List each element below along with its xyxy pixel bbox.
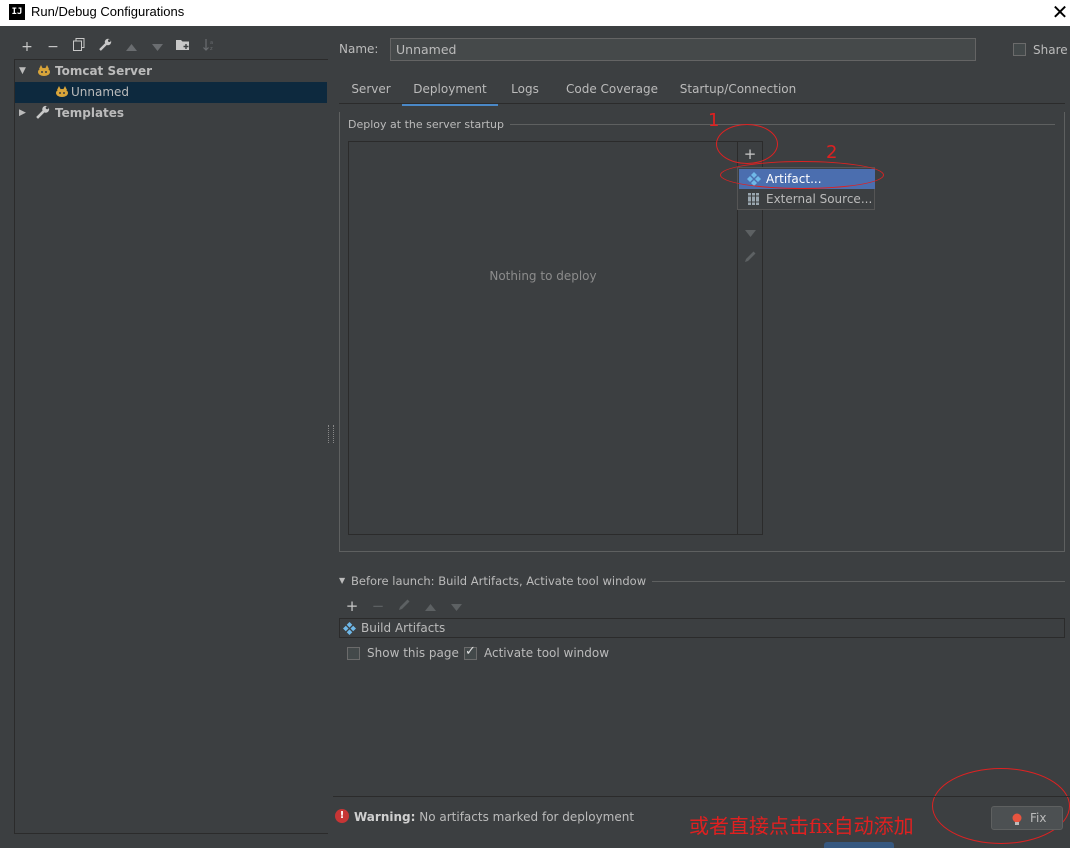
lightbulb-icon	[1012, 811, 1022, 825]
before-launch-divider	[625, 581, 1065, 582]
warning-message: Warning: No artifacts marked for deploym…	[354, 810, 634, 824]
activate-window-label: Activate tool window	[484, 646, 610, 660]
annotation-ellipse-artifact	[720, 161, 884, 189]
move-up-icon[interactable]	[419, 596, 441, 616]
collapsed-arrow-icon[interactable]: ▶	[19, 103, 26, 124]
fix-button[interactable]: Fix	[991, 806, 1063, 830]
deploy-list[interactable]	[348, 141, 738, 535]
configuration-tree: ▼ Tomcat Server Unnamed ▶ Templates	[14, 59, 328, 834]
copy-config-icon[interactable]	[69, 36, 89, 58]
move-down-icon[interactable]	[738, 221, 762, 243]
tree-label-unnamed: Unnamed	[71, 85, 130, 99]
tomcat-icon	[54, 84, 70, 100]
edit-pencil-icon[interactable]	[393, 596, 415, 616]
group-title-divider	[500, 124, 1055, 125]
fix-label: Fix	[1030, 811, 1047, 825]
library-icon	[747, 192, 761, 206]
bottom-divider	[333, 796, 1070, 797]
tree-label-tomcat-server: Tomcat Server	[55, 64, 153, 78]
add-task-button[interactable]: +	[341, 596, 363, 616]
deploy-group-title: Deploy at the server startup	[348, 118, 511, 131]
wrench-icon[interactable]	[95, 36, 115, 58]
tree-item-unnamed[interactable]: Unnamed	[15, 82, 327, 103]
tab-divider	[339, 103, 1065, 104]
pane-splitter[interactable]	[328, 425, 334, 443]
share-checkbox[interactable]	[1013, 43, 1026, 56]
popup-label-external-source: External Source...	[766, 192, 873, 206]
annotation-note: 或者直接点击fix自动添加	[689, 814, 914, 838]
expanded-arrow-icon[interactable]: ▼	[339, 576, 345, 585]
expanded-arrow-icon[interactable]: ▼	[19, 61, 26, 82]
tab-code-coverage[interactable]: Code Coverage	[560, 79, 664, 103]
show-page-label: Show this page	[367, 646, 459, 660]
share-label: Share	[1033, 43, 1068, 57]
annotation-ellipse-add	[716, 124, 778, 164]
tab-startup-connection[interactable]: Startup/Connection	[676, 79, 800, 103]
name-input[interactable]: Unnamed	[390, 38, 976, 61]
before-launch-item-build-artifacts[interactable]: Build Artifacts	[361, 621, 445, 635]
remove-task-button[interactable]: −	[367, 596, 389, 616]
warning-label: Warning:	[354, 810, 416, 824]
error-icon: !	[335, 809, 349, 823]
wrench-icon	[36, 105, 52, 121]
name-label: Name:	[339, 42, 379, 56]
artifact-icon	[343, 622, 356, 635]
annotation-step-1: 1	[708, 110, 720, 131]
window-title: Run/Debug Configurations	[31, 4, 185, 19]
intellij-app-icon: IJ	[9, 4, 25, 20]
warning-text: No artifacts marked for deployment	[419, 810, 635, 824]
move-down-icon[interactable]	[147, 36, 167, 58]
tab-logs[interactable]: Logs	[505, 79, 545, 103]
move-down-icon[interactable]	[445, 596, 467, 616]
popup-item-external-source[interactable]: External Source...	[739, 189, 875, 209]
tab-server[interactable]: Server	[347, 79, 395, 103]
move-up-icon[interactable]	[121, 36, 141, 58]
annotation-step-2: 2	[826, 142, 838, 163]
svg-text:z: z	[210, 46, 213, 51]
ok-button[interactable]	[824, 842, 894, 848]
new-folder-icon[interactable]	[173, 36, 193, 58]
title-bar: IJ Run/Debug Configurations ✕	[0, 0, 1070, 26]
tree-item-templates[interactable]: ▶ Templates	[15, 103, 327, 124]
before-launch-title[interactable]: Before launch: Build Artifacts, Activate…	[351, 574, 653, 588]
add-config-button[interactable]: +	[17, 36, 37, 58]
before-launch-list[interactable]	[339, 618, 1065, 638]
empty-state-text: Nothing to deploy	[489, 269, 597, 283]
close-icon[interactable]: ✕	[1050, 0, 1070, 26]
tab-deployment[interactable]: Deployment	[402, 79, 498, 106]
edit-pencil-icon[interactable]	[738, 247, 762, 269]
tree-item-tomcat-server[interactable]: ▼ Tomcat Server	[15, 61, 327, 82]
checkmark-icon: ✓	[465, 644, 476, 659]
show-page-checkbox[interactable]	[347, 647, 360, 660]
tree-label-templates: Templates	[55, 106, 125, 120]
tomcat-icon	[36, 63, 52, 79]
sort-icon[interactable]: az	[199, 36, 219, 58]
remove-config-button[interactable]: −	[43, 36, 63, 58]
